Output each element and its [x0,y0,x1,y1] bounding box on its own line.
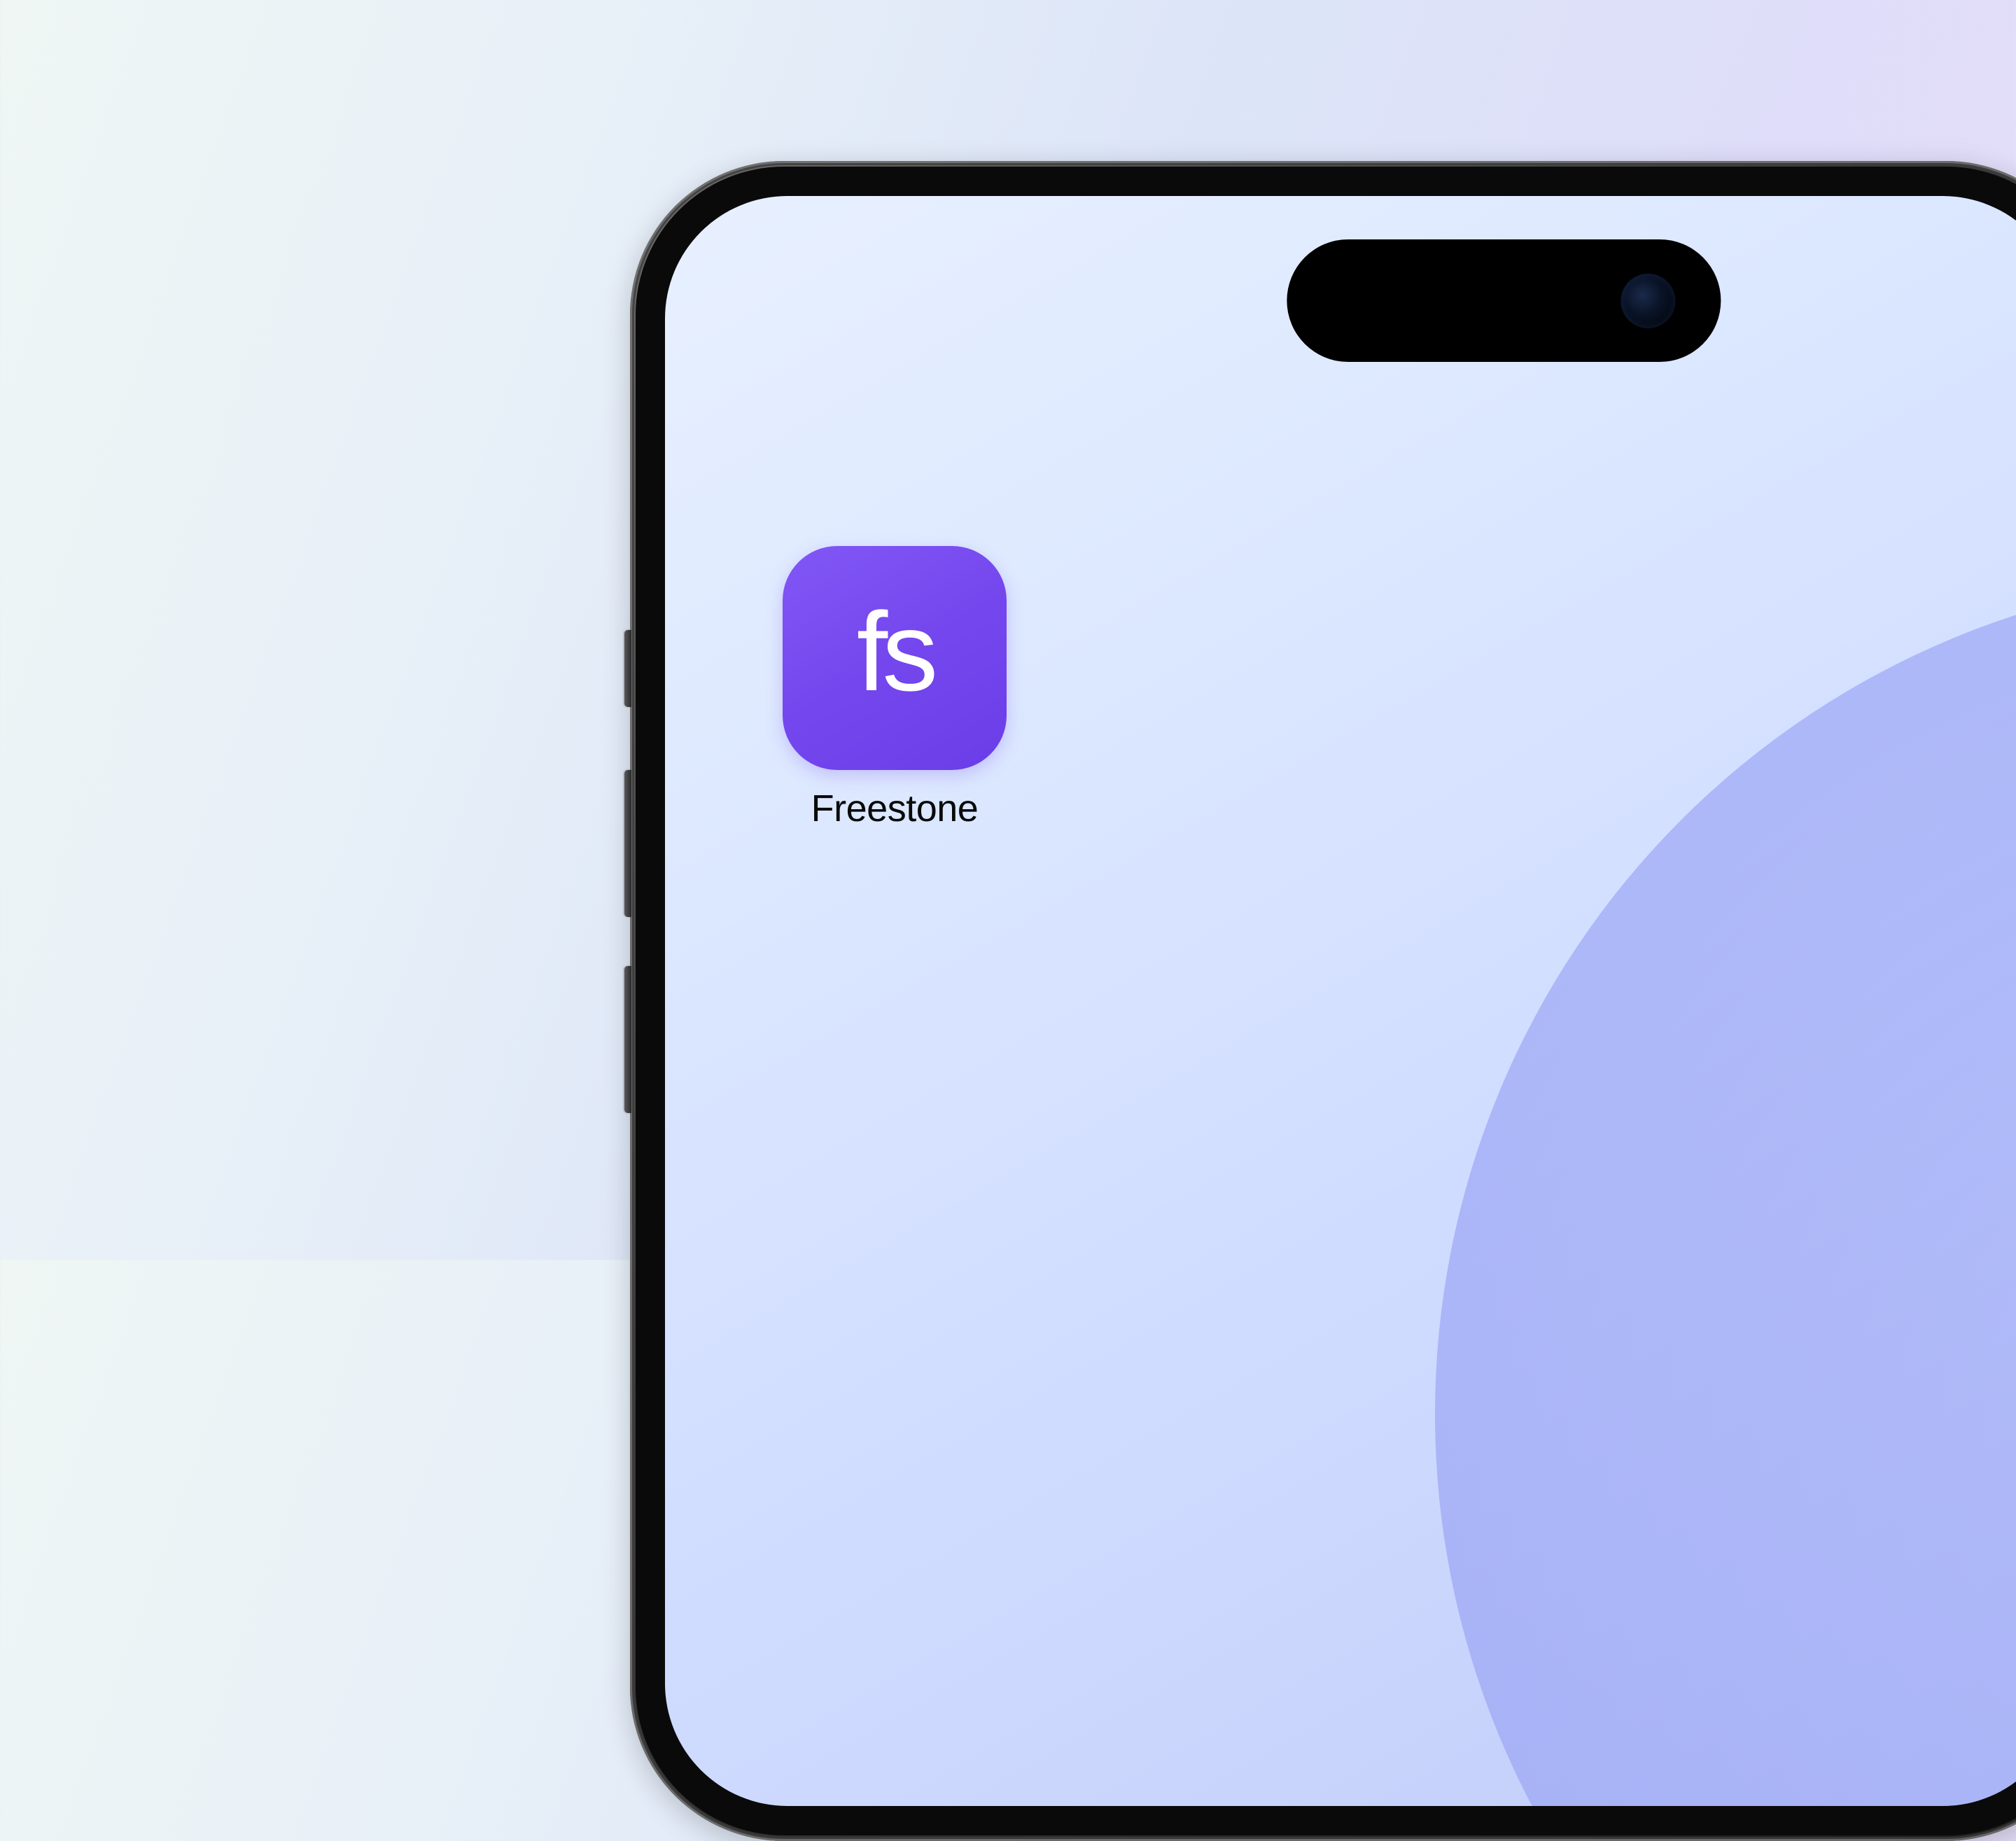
phone-side-button-volume-up [624,770,631,917]
dynamic-island [1287,239,1721,362]
phone-side-button-volume-down [624,966,631,1113]
phone-side-button-silence [624,630,631,707]
front-camera-icon [1620,274,1675,328]
app-icon-glyph: fs [857,596,932,708]
phone-device-frame: fs Freestone [630,161,2016,1841]
wallpaper-decoration [1435,574,2016,1806]
app-icon-freestone[interactable]: fs [783,546,1007,770]
phone-screen: fs Freestone [665,196,2016,1806]
app-launcher-item[interactable]: fs Freestone [783,546,1007,830]
app-label: Freestone [811,787,979,830]
